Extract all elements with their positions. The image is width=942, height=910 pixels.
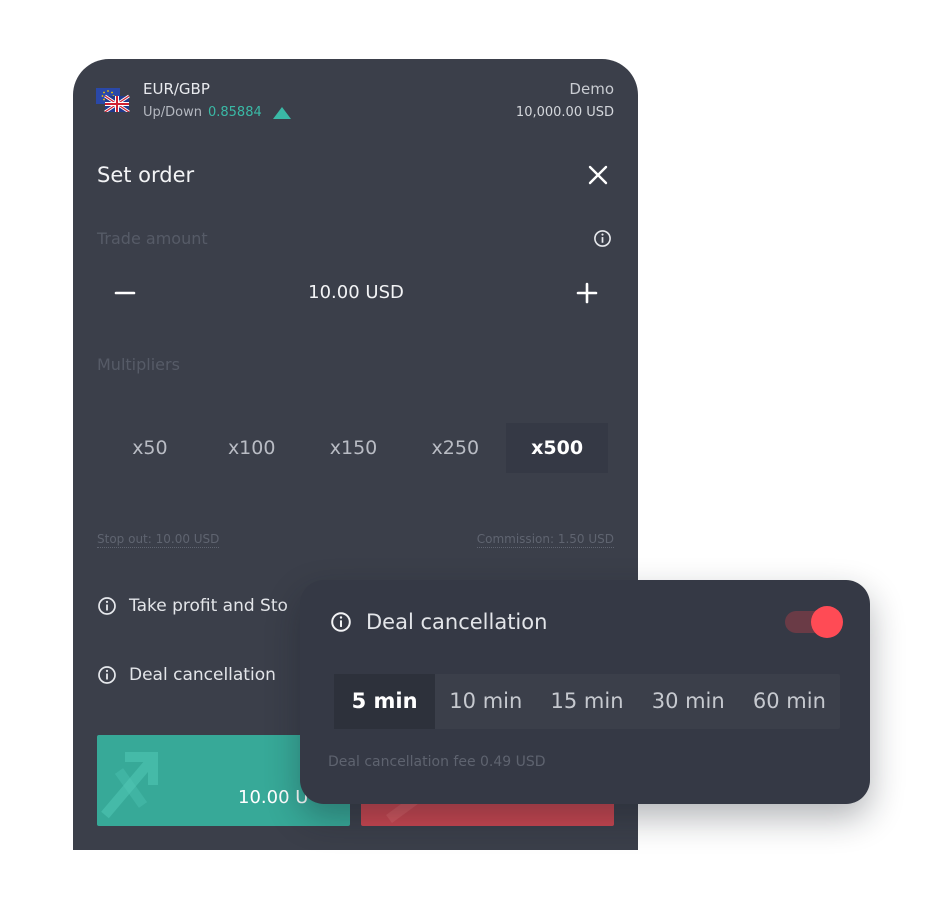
commission-note: Commission: 1.50 USD — [476, 532, 614, 548]
multiplier-option[interactable]: x250 — [404, 423, 506, 473]
duration-option[interactable]: 60 min — [739, 674, 840, 729]
multiplier-option[interactable]: x150 — [303, 423, 405, 473]
pair-price: 0.85884 — [207, 105, 262, 120]
info-icon[interactable] — [330, 611, 352, 633]
duration-option[interactable]: 10 min — [435, 674, 536, 729]
account-balance: 10,000.00 USD — [515, 105, 614, 120]
info-icon — [98, 666, 116, 684]
pair-name: EUR/GBP — [143, 80, 210, 98]
multiplier-option[interactable]: x100 — [201, 423, 303, 473]
page-title: Set order — [97, 163, 195, 187]
plus-icon[interactable] — [573, 279, 601, 307]
instrument-header[interactable]: EUR/GBP Up/Down 0.85884 Demo 10,000.00 U… — [73, 59, 638, 131]
deal-cancellation-toggle[interactable] — [783, 606, 843, 638]
trade-amount-stepper: 10.00 USD — [97, 269, 615, 317]
info-icon[interactable] — [593, 229, 612, 248]
arrow-up-icon — [101, 752, 158, 819]
take-profit-option[interactable]: Take profit and Sto — [97, 596, 288, 616]
trade-amount-label: Trade amount — [97, 229, 208, 248]
pair-quote: Up/Down 0.85884 — [143, 105, 291, 120]
trade-amount-value[interactable]: 10.00 USD — [97, 282, 615, 303]
buy-amount: 10.00 U — [238, 787, 309, 808]
mode-label: Up/Down — [143, 105, 202, 120]
popup-title: Deal cancellation — [366, 610, 548, 634]
duration-selector: 5 min 10 min 15 min 30 min 60 min — [334, 674, 840, 729]
popup-header: Deal cancellation — [330, 610, 547, 634]
stop-out-note: Stop out: 10.00 USD — [97, 532, 220, 548]
multiplier-option-selected[interactable]: x500 — [506, 423, 608, 473]
price-up-arrow-icon — [272, 106, 291, 119]
duration-option-selected[interactable]: 5 min — [334, 674, 436, 729]
duration-option[interactable]: 15 min — [536, 674, 637, 729]
take-profit-label: Take profit and Sto — [129, 596, 288, 616]
multipliers-label: Multipliers — [97, 355, 180, 374]
close-icon[interactable] — [586, 163, 610, 187]
toggle-knob — [811, 606, 843, 638]
deal-cancellation-option[interactable]: Deal cancellation — [97, 665, 276, 685]
cancellation-fee: Deal cancellation fee 0.49 USD — [328, 754, 546, 770]
deal-cancellation-popup: Deal cancellation 5 min 10 min 15 min 30… — [300, 580, 870, 804]
multiplier-selector: x50 x100 x150 x250 x500 — [99, 423, 608, 473]
duration-option[interactable]: 30 min — [638, 674, 739, 729]
info-icon — [98, 597, 116, 615]
eu-uk-flag-icon — [96, 88, 130, 112]
account-type: Demo — [569, 80, 614, 98]
deal-cancellation-label: Deal cancellation — [129, 665, 276, 685]
multiplier-option[interactable]: x50 — [99, 423, 201, 473]
